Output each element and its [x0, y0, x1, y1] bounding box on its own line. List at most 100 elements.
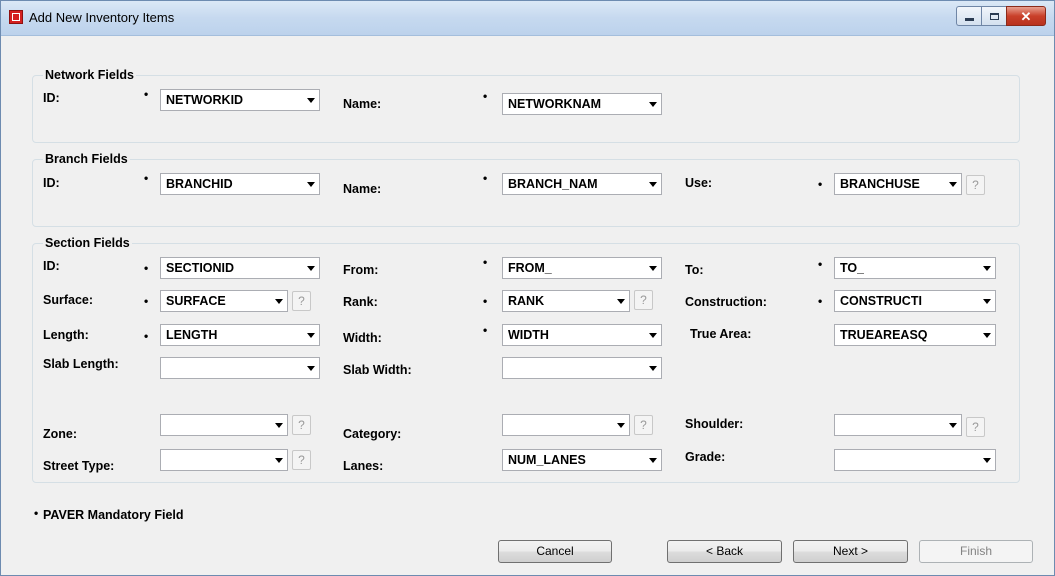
add-inventory-dialog: Add New Inventory Items ✕ Network Fields… [0, 0, 1055, 576]
mandatory-mark: • [818, 294, 823, 308]
section-rank-select[interactable]: RANK [502, 290, 630, 312]
section-grade-select[interactable] [834, 449, 996, 471]
section-length-value: LENGTH [166, 328, 218, 342]
chevron-down-icon [983, 333, 991, 338]
window-controls: ✕ [956, 6, 1046, 26]
section-construction-label: Construction: [685, 295, 767, 309]
window-title: Add New Inventory Items [29, 10, 175, 25]
rank-help-button[interactable]: ? [634, 290, 653, 310]
chevron-down-icon [983, 266, 991, 271]
network-id-value: NETWORKID [166, 93, 244, 107]
chevron-down-icon [307, 266, 315, 271]
mandatory-mark: • [144, 87, 149, 101]
mandatory-footnote: PAVER Mandatory Field [43, 508, 184, 522]
section-grade-label: Grade: [685, 450, 726, 464]
chevron-down-icon [949, 182, 957, 187]
zone-help-button[interactable]: ? [292, 415, 311, 435]
next-button[interactable]: Next > [793, 540, 908, 563]
branch-id-value: BRANCHID [166, 177, 233, 191]
section-streettype-label: Street Type: [43, 459, 115, 473]
finish-button[interactable]: Finish [919, 540, 1033, 563]
section-lanes-value: NUM_LANES [508, 453, 586, 467]
network-name-label: Name: [343, 97, 382, 111]
section-truearea-select[interactable]: TRUEAREASQ [834, 324, 996, 346]
minimize-button[interactable] [956, 6, 981, 26]
maximize-icon [989, 12, 999, 20]
branch-use-help-button[interactable]: ? [966, 175, 985, 195]
section-slabwidth-select[interactable] [502, 357, 662, 379]
section-from-select[interactable]: FROM_ [502, 257, 662, 279]
section-truearea-label: True Area: [690, 327, 752, 341]
chevron-down-icon [617, 423, 625, 428]
chevron-down-icon [983, 458, 991, 463]
streettype-help-button[interactable]: ? [292, 450, 311, 470]
section-slabwidth-label: Slab Width: [343, 363, 412, 377]
mandatory-mark: • [34, 506, 39, 520]
section-width-value: WIDTH [508, 328, 549, 342]
chevron-down-icon [275, 423, 283, 428]
branch-id-select[interactable]: BRANCHID [160, 173, 320, 195]
branch-name-value: BRANCH_NAM [508, 177, 598, 191]
section-streettype-select[interactable] [160, 449, 288, 471]
surface-help-button[interactable]: ? [292, 291, 311, 311]
section-slablength-select[interactable] [160, 357, 320, 379]
chevron-down-icon [307, 98, 315, 103]
chevron-down-icon [649, 182, 657, 187]
cancel-button[interactable]: Cancel [498, 540, 612, 563]
chevron-down-icon [275, 458, 283, 463]
section-length-label: Length: [43, 328, 89, 342]
section-lanes-label: Lanes: [343, 459, 384, 473]
chevron-down-icon [307, 333, 315, 338]
section-zone-label: Zone: [43, 427, 78, 441]
mandatory-mark: • [483, 255, 488, 269]
maximize-button[interactable] [981, 6, 1006, 26]
chevron-down-icon [649, 458, 657, 463]
section-slablength-label: Slab Length: [43, 357, 119, 371]
section-surface-value: SURFACE [166, 294, 226, 308]
section-shoulder-select[interactable] [834, 414, 962, 436]
section-id-value: SECTIONID [166, 261, 235, 275]
section-lanes-select[interactable]: NUM_LANES [502, 449, 662, 471]
chevron-down-icon [617, 299, 625, 304]
section-id-select[interactable]: SECTIONID [160, 257, 320, 279]
section-width-select[interactable]: WIDTH [502, 324, 662, 346]
section-rank-label: Rank: [343, 295, 378, 309]
section-length-select[interactable]: LENGTH [160, 324, 320, 346]
section-category-label: Category: [343, 427, 402, 441]
branch-name-label: Name: [343, 182, 382, 196]
network-name-select[interactable]: NETWORKNAM [502, 93, 662, 115]
section-id-label: ID: [43, 259, 60, 273]
mandatory-mark: • [144, 294, 149, 308]
mandatory-mark: • [144, 329, 149, 343]
section-category-select[interactable] [502, 414, 630, 436]
section-width-label: Width: [343, 331, 382, 345]
mandatory-mark: • [483, 294, 488, 308]
back-button[interactable]: < Back [667, 540, 782, 563]
chevron-down-icon [983, 299, 991, 304]
chevron-down-icon [275, 299, 283, 304]
section-shoulder-label: Shoulder: [685, 417, 744, 431]
mandatory-mark: • [483, 89, 488, 103]
network-id-label: ID: [43, 91, 60, 105]
minimize-icon [964, 17, 974, 21]
app-icon [9, 10, 23, 24]
close-button[interactable]: ✕ [1006, 6, 1046, 26]
category-help-button[interactable]: ? [634, 415, 653, 435]
mandatory-mark: • [818, 257, 823, 271]
section-fields-title: Section Fields [43, 236, 132, 250]
branch-name-select[interactable]: BRANCH_NAM [502, 173, 662, 195]
branch-use-select[interactable]: BRANCHUSE [834, 173, 962, 195]
title-bar[interactable]: Add New Inventory Items ✕ [1, 1, 1054, 36]
section-from-value: FROM_ [508, 261, 552, 275]
section-from-label: From: [343, 263, 379, 277]
shoulder-help-button[interactable]: ? [966, 417, 985, 437]
mandatory-mark: • [483, 171, 488, 185]
section-to-select[interactable]: TO_ [834, 257, 996, 279]
section-rank-value: RANK [508, 294, 545, 308]
section-surface-select[interactable]: SURFACE [160, 290, 288, 312]
section-construction-select[interactable]: CONSTRUCTI [834, 290, 996, 312]
section-zone-select[interactable] [160, 414, 288, 436]
network-id-select[interactable]: NETWORKID [160, 89, 320, 111]
network-fields-title: Network Fields [43, 68, 136, 82]
section-truearea-value: TRUEAREASQ [840, 328, 928, 342]
